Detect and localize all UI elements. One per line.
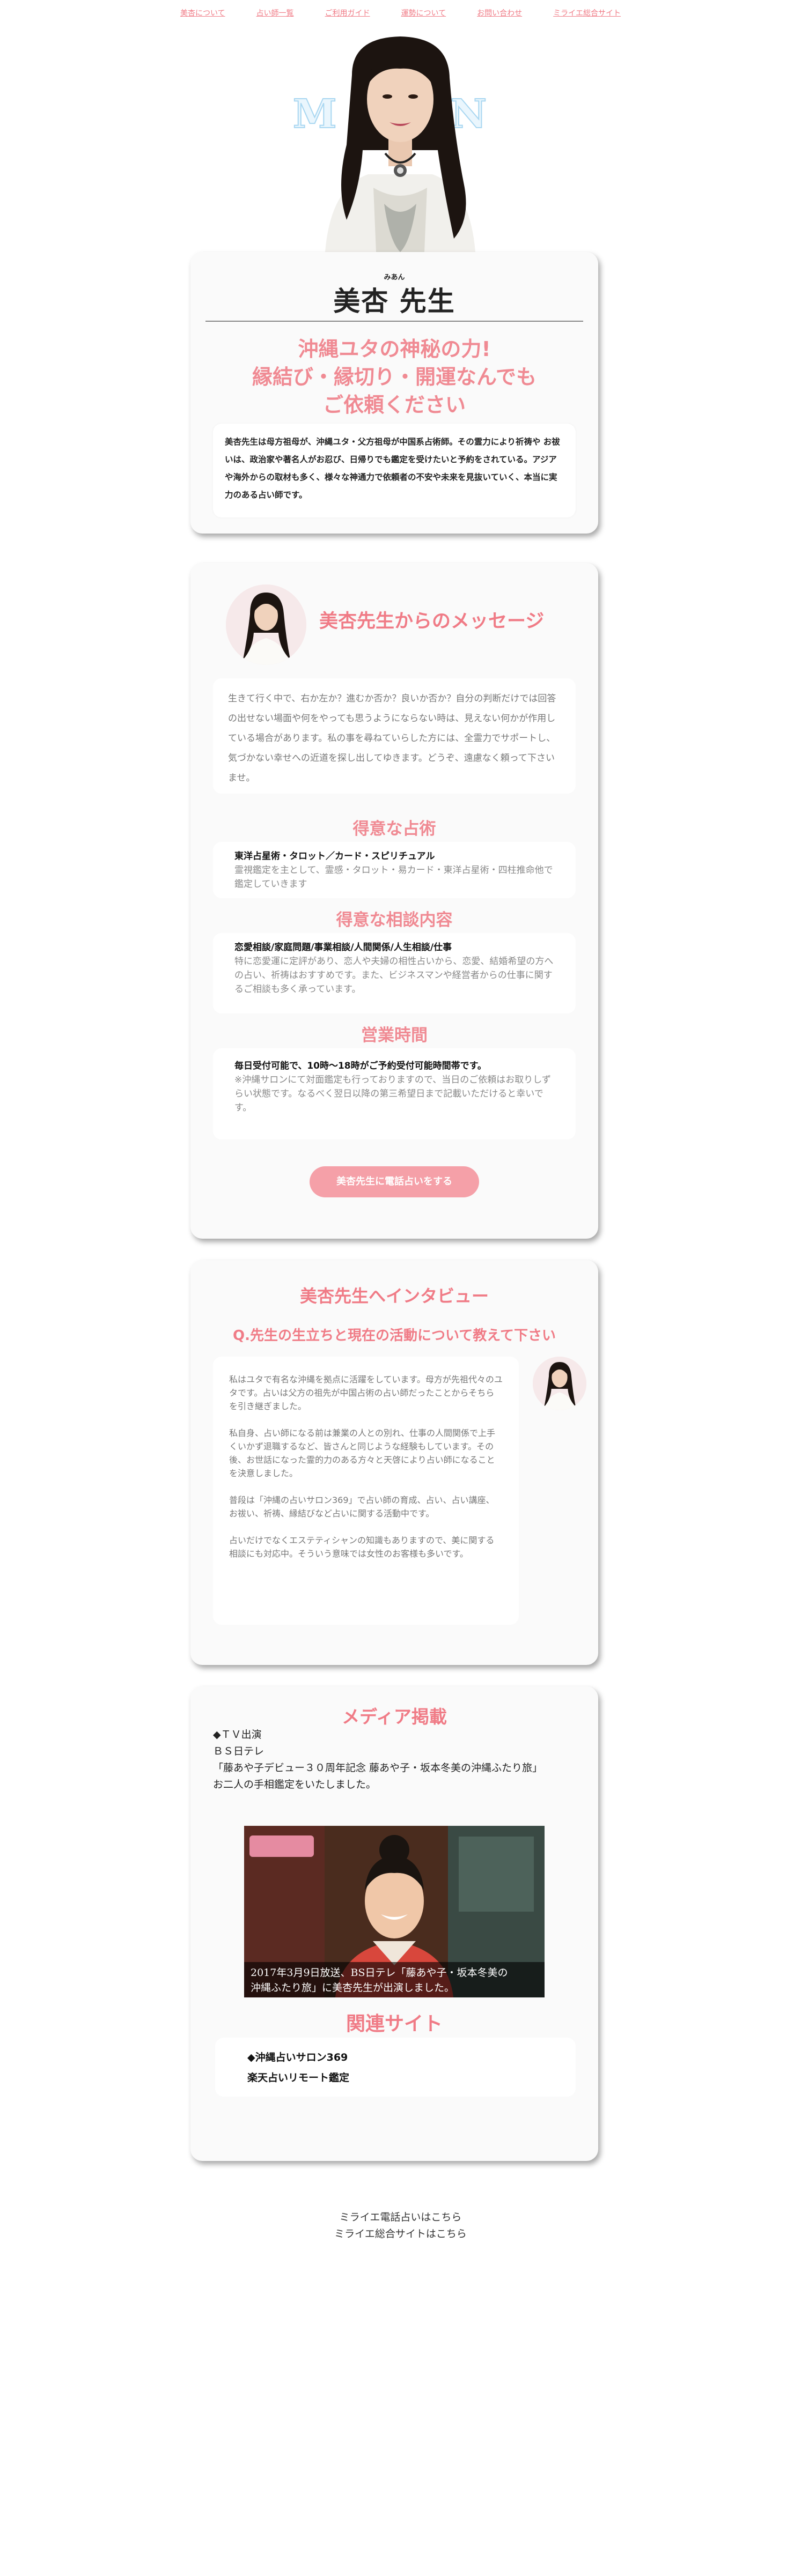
footer-link-phone[interactable]: ミライエ電話占いはこちら	[0, 2209, 801, 2226]
photo-caption-line: 沖縄ふたり旅」に美杏先生が出演しました。	[251, 1982, 455, 1994]
related-link-rakuten[interactable]: 楽天占いリモート鑑定	[247, 2068, 543, 2088]
skills-sub: 霊視鑑定を主として、霊感・タロット・易カード・東洋占星術・四柱推命他で鑑定してい…	[234, 865, 553, 890]
footer-link-portal[interactable]: ミライエ総合サイトはこちら	[0, 2226, 801, 2242]
nav-link-contact[interactable]: お問い合わせ	[477, 8, 522, 18]
profile-card: みあん 美杏 先生 沖縄ユタの神秘の力! 縁結び・縁切り・開運なんでも ご依頼く…	[190, 252, 598, 534]
footer: ミライエ電話占いはこちら ミライエ総合サイトはこちら	[0, 2209, 801, 2242]
consult-box: 恋愛相談/家庭問題/事業相談/人間関係/人生相談/仕事 特に恋愛運に定評があり、…	[213, 933, 576, 1013]
hours-sub: ※沖縄サロンにて対面鑑定も行っておりますので、当日のご依頼はお取りしずらい状態で…	[234, 1075, 551, 1113]
media-line: お二人の手相鑑定をいたしました。	[213, 1779, 377, 1790]
media-line: 「藤あや子デビュー３０周年記念 藤あや子・坂本冬美の沖縄ふたり旅」	[213, 1762, 543, 1774]
hours-main: 毎日受付可能で、10時～18時がご予約受付可能時間帯です。	[234, 1061, 487, 1071]
message-body: 生きて行く中で、右か左か？進むか否か？良いか否か？自分の判断だけでは回答の出せな…	[213, 678, 576, 794]
photo-caption: 2017年3月9日放送、BS日テレ「藤あや子・坂本冬美の 沖縄ふたり旅」に美杏先…	[244, 1962, 545, 1997]
nav-link-fortune-tellers[interactable]: 占い師一覧	[256, 8, 294, 18]
interview-card: 美杏先生へインタビュー Q.先生の生立ちと現在の活動について教えて下さい 私はユ…	[190, 1260, 598, 1665]
nav-link-portal[interactable]: ミライエ総合サイト	[553, 8, 621, 18]
interview-answer: 私はユタで有名な沖縄を拠点に活躍をしています。母方が先祖代々のユタです。占いは父…	[213, 1357, 519, 1625]
top-nav: 美杏について 占い師一覧 ご利用ガイド 運勢について お問い合わせ ミライエ総合…	[0, 8, 801, 18]
interview-question: Q.先生の生立ちと現在の活動について教えて下さい	[233, 1328, 556, 1344]
teacher-name: 美杏 先生	[333, 286, 455, 317]
portrait-image	[325, 36, 475, 252]
message-title: 美杏先生からのメッセージ	[319, 611, 545, 632]
related-link-salon369[interactable]: ◆沖縄占いサロン369	[247, 2047, 543, 2068]
consult-sub: 特に恋愛運に定評があり、恋人や夫婦の相性占いから、恋愛、結婚希望の方への占い、祈…	[234, 956, 554, 995]
phone-reading-button[interactable]: 美杏先生に電話占いをする	[310, 1166, 479, 1197]
divider	[205, 321, 583, 322]
related-sites-title: 関連サイト	[346, 2013, 443, 2035]
interview-paragraph: 占いだけでなくエステティシャンの知識もありますので、美に関する相談にも対応中。そ…	[229, 1535, 495, 1559]
hero: MIAN	[0, 27, 801, 252]
photo-caption-line: 2017年3月9日放送、BS日テレ「藤あや子・坂本冬美の	[251, 1967, 508, 1979]
consult-main: 恋愛相談/家庭問題/事業相談/人間関係/人生相談/仕事	[234, 942, 452, 953]
nav-link-about[interactable]: 美杏について	[180, 8, 225, 18]
hours-box: 毎日受付可能で、10時～18時がご予約受付可能時間帯です。 ※沖縄サロンにて対面…	[213, 1048, 576, 1139]
tv-appearance-photo: 2017年3月9日放送、BS日テレ「藤あや子・坂本冬美の 沖縄ふたり旅」に美杏先…	[244, 1826, 545, 1997]
hours-title: 営業時間	[361, 1026, 428, 1045]
media-line: ◆ＴＶ出演	[213, 1729, 262, 1741]
catchphrase-line: 沖縄ユタの神秘の力!	[298, 337, 491, 361]
skills-main: 東洋占星術・タロット／カード・スピリチュアル	[234, 851, 435, 862]
media-line: ＢＳ日テレ	[213, 1745, 264, 1757]
nav-link-guide[interactable]: ご利用ガイド	[325, 8, 370, 18]
media-description: ◆ＴＶ出演 ＢＳ日テレ 「藤あや子デビュー３０周年記念 藤あや子・坂本冬美の沖縄…	[213, 1727, 578, 1793]
media-title: メディア掲載	[342, 1706, 447, 1727]
interview-paragraph: 私はユタで有名な沖縄を拠点に活躍をしています。母方が先祖代々のユタです。占いは父…	[229, 1374, 503, 1411]
catchphrase-line: ご依頼ください	[322, 393, 466, 417]
media-card: メディア掲載 ◆ＴＶ出演 ＢＳ日テレ 「藤あや子デビュー３０周年記念 藤あや子・…	[190, 1686, 598, 2161]
skills-title: 得意な占術	[352, 819, 436, 839]
interview-paragraph: 私自身、占い師になる前は兼業の人との別れ、仕事の人間関係で上手くいかず退職するな…	[229, 1428, 496, 1478]
related-sites-list: ◆沖縄占いサロン369 楽天占いリモート鑑定	[215, 2038, 576, 2097]
interview-paragraph: 普段は「沖縄の占いサロン369」で占い師の育成、占い、占い講座、お祓い、祈祷、縁…	[229, 1495, 495, 1519]
skills-box: 東洋占星術・タロット／カード・スピリチュアル 霊視鑑定を主として、霊感・タロット…	[213, 842, 576, 898]
interview-title: 美杏先生へインタビュー	[299, 1286, 489, 1306]
message-card: 美杏先生からのメッセージ 生きて行く中で、右か左か？進むか否か？良いか否か？自分…	[190, 563, 598, 1239]
consult-title: 得意な相談内容	[336, 911, 453, 930]
teacher-avatar	[226, 584, 306, 665]
teacher-avatar-small	[533, 1357, 586, 1410]
catchphrase-line: 縁結び・縁切り・開運なんでも	[252, 365, 537, 389]
intro-text: 美杏先生は母方祖母が、沖縄ユタ・父方祖母が中国系占術師。その霊力により祈祷や お…	[213, 424, 576, 517]
catchphrase: 沖縄ユタの神秘の力! 縁結び・縁切り・開運なんでも ご依頼ください	[190, 335, 598, 419]
nav-link-fortune[interactable]: 運勢について	[401, 8, 446, 18]
